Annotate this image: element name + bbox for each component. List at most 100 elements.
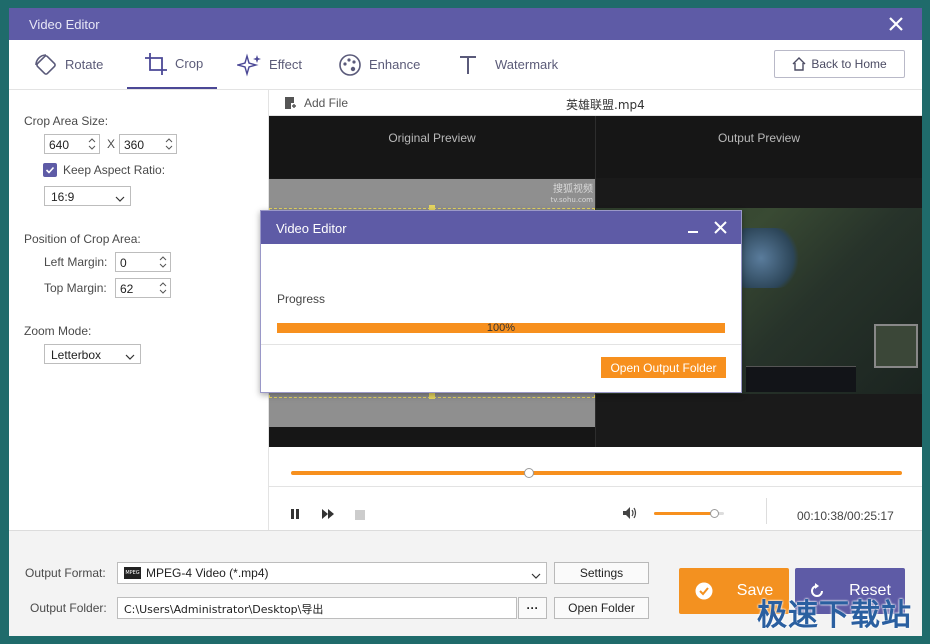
browse-label: ··· (526, 601, 539, 615)
settings-label: Settings (579, 566, 624, 580)
back-to-home-button[interactable]: Back to Home (774, 50, 905, 78)
tab-enhance[interactable]: Enhance (337, 40, 420, 89)
top-margin-value: 62 (120, 282, 134, 296)
zoom-mode-select[interactable]: Letterbox (44, 344, 141, 364)
spinner-arrows-icon[interactable] (165, 137, 173, 151)
add-file-icon (284, 96, 297, 110)
progress-percent: 100% (486, 322, 516, 334)
fast-forward-icon[interactable] (321, 508, 335, 523)
progress-bar: 100% (277, 322, 725, 334)
original-bottom-bar (269, 427, 595, 447)
output-format-value: MPEG-4 Video (*.mp4) (146, 566, 269, 580)
left-margin-value: 0 (120, 256, 127, 270)
check-circle-icon (695, 582, 713, 600)
crop-icon (143, 51, 169, 77)
top-margin-label: Top Margin: (44, 281, 107, 295)
output-folder-label: Output Folder: (30, 601, 107, 615)
chevron-down-icon (531, 569, 541, 583)
crop-height-value: 360 (124, 138, 145, 152)
tab-effect[interactable]: Effect (237, 40, 302, 89)
dialog-title-bar: Video Editor (261, 211, 741, 244)
browse-folder-button[interactable]: ··· (518, 597, 547, 619)
output-format-select[interactable]: MPEG MPEG-4 Video (*.mp4) (117, 562, 547, 584)
time-display: 00:10:38/00:25:17 (797, 509, 894, 523)
home-icon (792, 57, 806, 71)
progress-label: Progress (277, 292, 326, 306)
aspect-ratio-value: 16:9 (51, 190, 75, 204)
effect-icon (237, 52, 263, 78)
tab-effect-label: Effect (269, 57, 303, 72)
back-to-home-label: Back to Home (811, 57, 887, 71)
crop-handle-bottom[interactable] (429, 393, 435, 399)
chevron-down-icon (125, 350, 135, 364)
tab-crop[interactable]: Crop (127, 40, 217, 89)
settings-button[interactable]: Settings (554, 562, 649, 584)
watermark-icon (455, 52, 481, 78)
original-preview-header: Original Preview (269, 116, 595, 178)
tab-bar: Rotate Crop Effect Enhance Watermark Bac… (9, 40, 922, 90)
spinner-arrows-icon[interactable] (159, 281, 167, 295)
tab-enhance-label: Enhance (369, 57, 421, 72)
title-bar: Video Editor (9, 8, 922, 40)
tab-rotate[interactable]: Rotate (33, 40, 103, 89)
tab-rotate-label: Rotate (65, 57, 104, 72)
minimize-icon[interactable] (687, 221, 699, 238)
controls-divider (269, 486, 922, 487)
output-folder-value: C:\Users\Administrator\Desktop\导出 (124, 603, 324, 616)
crop-settings-panel: Crop Area Size: 640 X 360 Keep Aspect Ra… (9, 90, 269, 530)
keep-aspect-label: Keep Aspect Ratio: (63, 163, 166, 177)
file-name: 英雄联盟.mp4 (566, 98, 645, 112)
spinner-arrows-icon[interactable] (159, 255, 167, 269)
crop-width-value: 640 (49, 138, 70, 152)
crop-height-input[interactable]: 360 (119, 134, 177, 154)
zoom-mode-label: Zoom Mode: (24, 324, 92, 338)
dialog-title: Video Editor (276, 221, 347, 236)
window-title: Video Editor (29, 17, 100, 32)
crop-width-input[interactable]: 640 (44, 134, 100, 154)
top-margin-input[interactable]: 62 (115, 278, 171, 298)
chevron-down-icon (115, 192, 125, 206)
rotate-icon (33, 52, 59, 78)
volume-thumb[interactable] (709, 509, 719, 518)
tab-crop-label: Crop (175, 56, 204, 71)
close-icon[interactable] (886, 14, 906, 34)
source-watermark: 搜狐视频 tv.sohu.com (550, 185, 593, 205)
source-watermark-url: tv.sohu.com (550, 196, 593, 204)
source-watermark-text: 搜狐视频 (553, 184, 593, 195)
zoom-mode-value: Letterbox (51, 348, 102, 362)
time-divider (766, 498, 767, 524)
output-format-label: Output Format: (25, 566, 106, 580)
left-margin-input[interactable]: 0 (115, 252, 171, 272)
seek-thumb[interactable] (524, 468, 535, 478)
pause-icon[interactable] (289, 508, 301, 523)
keep-aspect-checkbox[interactable] (43, 163, 57, 177)
volume-icon[interactable] (622, 506, 638, 523)
open-folder-button[interactable]: Open Folder (554, 597, 649, 619)
site-watermark: 极速下载站 (757, 598, 912, 633)
crop-position-label: Position of Crop Area: (24, 232, 141, 246)
progress-dialog: Video Editor Progress 100% Open Output F… (260, 210, 742, 393)
dialog-close-icon[interactable] (714, 221, 727, 237)
crop-size-x-label: X (107, 137, 116, 151)
enhance-icon (337, 52, 363, 78)
game-hud (746, 366, 856, 392)
dialog-divider (261, 344, 741, 345)
open-output-folder-label: Open Output Folder (610, 360, 717, 375)
tab-watermark[interactable]: Watermark (455, 40, 558, 89)
tab-watermark-label: Watermark (495, 57, 559, 72)
seek-bar[interactable] (291, 471, 902, 475)
open-folder-label: Open Folder (568, 601, 635, 615)
crop-area-size-label: Crop Area Size: (24, 114, 109, 128)
add-file-button[interactable]: Add File (284, 96, 348, 110)
spinner-arrows-icon[interactable] (88, 137, 96, 151)
aspect-ratio-select[interactable]: 16:9 (44, 186, 131, 206)
mpeg-format-icon: MPEG (124, 567, 141, 579)
original-preview-label: Original Preview (388, 131, 476, 145)
output-preview-header: Output Preview (596, 116, 922, 178)
volume-level (654, 512, 714, 515)
stop-icon[interactable] (355, 509, 365, 523)
open-output-folder-button[interactable]: Open Output Folder (601, 357, 726, 378)
output-folder-input[interactable]: C:\Users\Administrator\Desktop\导出 (117, 597, 517, 619)
file-bar: Add File 英雄联盟.mp4 (269, 90, 922, 116)
output-preview-label: Output Preview (717, 131, 801, 145)
